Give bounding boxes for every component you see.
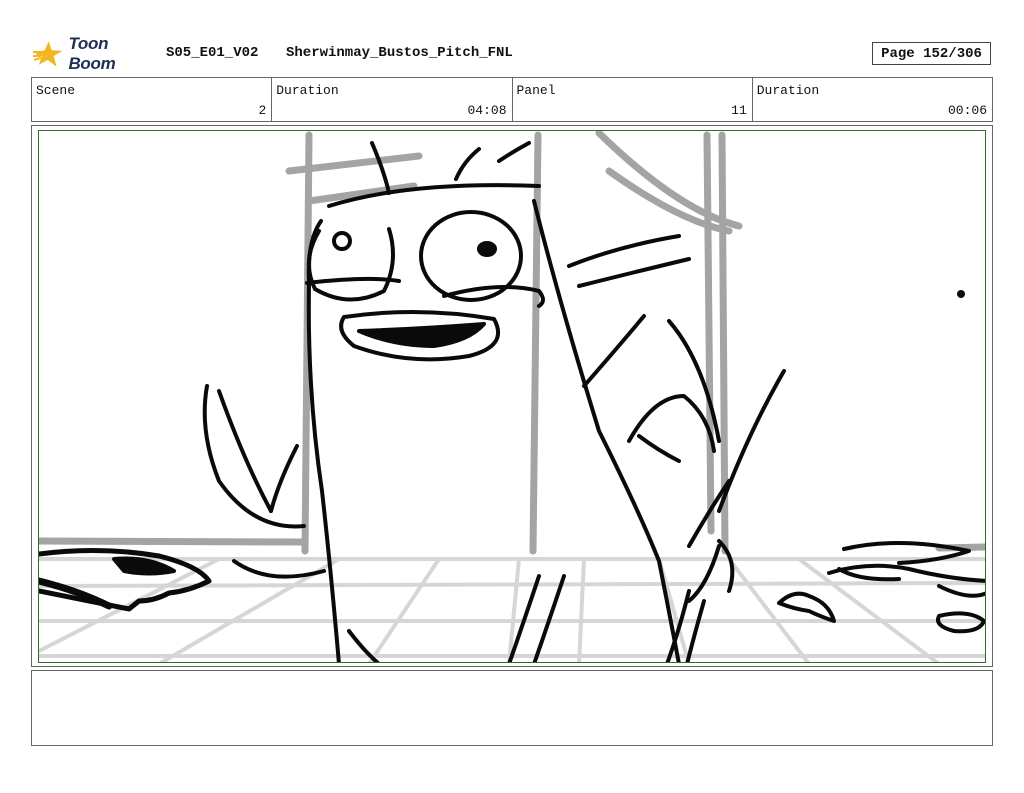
panel-frame — [31, 125, 993, 667]
scene-duration-label: Duration — [276, 83, 339, 98]
panel-label: Panel — [516, 83, 556, 98]
scene-duration-cell: Duration 04:08 — [272, 78, 513, 121]
floor-grid — [39, 557, 985, 662]
panel-duration-value: 00:06 — [947, 103, 987, 118]
panel-cell: Panel 11 — [513, 78, 753, 121]
logo-text: Toon Boom — [68, 34, 116, 73]
scene-value: 2 — [258, 103, 267, 118]
scene-label: Scene — [36, 83, 76, 98]
page-number: Page 152/306 — [872, 42, 991, 65]
star-icon — [33, 41, 63, 67]
scene-cell: Scene 2 — [32, 78, 273, 121]
episode-id: S05_E01_V02 — [166, 45, 259, 61]
file-name: Sherwinmay_Bustos_Pitch_FNL — [286, 45, 513, 61]
info-row: Scene 2 Duration 04:08 Panel 11 Duration… — [31, 77, 993, 122]
panel-value: 11 — [731, 103, 747, 118]
panel-duration-cell: Duration 00:06 — [753, 78, 992, 121]
toon-boom-logo: Toon Boom — [33, 34, 158, 73]
notes-box — [31, 670, 993, 746]
sketch-drawing — [39, 131, 985, 662]
background-structure — [39, 131, 985, 555]
scene-duration-value: 04:08 — [467, 103, 507, 118]
panel-duration-label: Duration — [756, 83, 820, 98]
storyboard-panel — [38, 130, 986, 663]
